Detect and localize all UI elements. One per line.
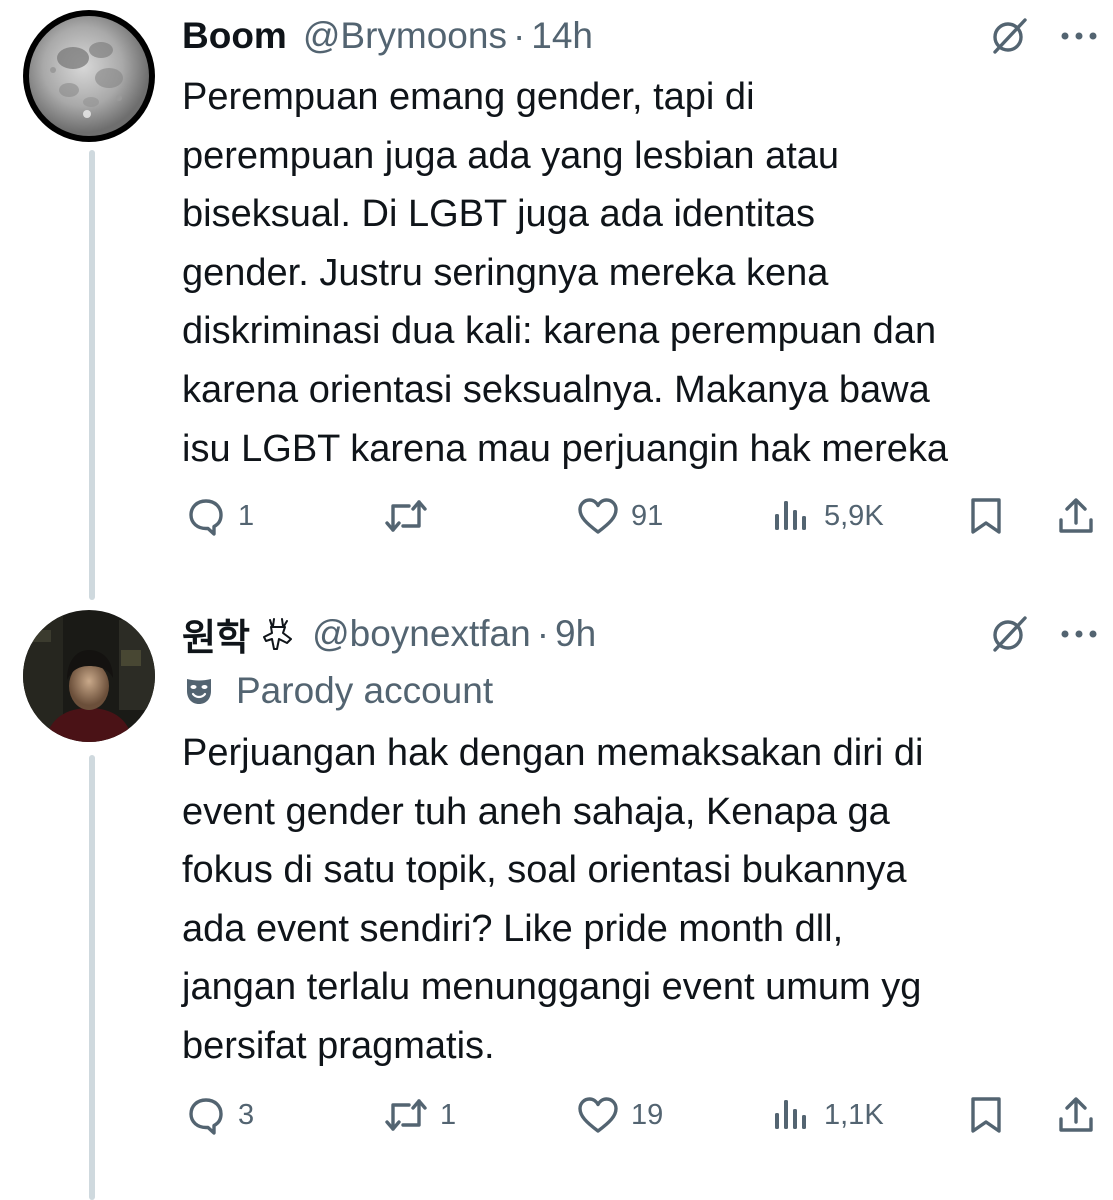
tweet-text-line: karena orientasi seksualnya. Makanya baw…	[182, 368, 930, 411]
theater-mask-icon	[187, 679, 211, 704]
username-handle[interactable]: @Brymoons	[303, 15, 507, 57]
tweet-1-text: Perempuan emang gender, tapi di perempua…	[182, 68, 1092, 478]
tweet-text-line: bersifat pragmatis.	[182, 1024, 495, 1067]
separator-dot: ·	[512, 15, 526, 56]
parody-label-text: Parody account	[236, 670, 494, 711]
repost-icon	[385, 500, 427, 532]
more-icon[interactable]	[1059, 628, 1099, 640]
views-count: 5,9K	[824, 499, 884, 532]
tweet-text-line: isu LGBT karena mau perjuangin hak merek…	[182, 427, 949, 470]
views-button[interactable]: 5,9K	[772, 491, 884, 541]
views-icon	[775, 501, 806, 530]
bookmark-button[interactable]	[968, 1090, 1004, 1140]
display-name[interactable]: 원학	[182, 607, 250, 661]
like-count: 91	[631, 499, 664, 532]
tweet-2-text: Perjuangan hak dengan memaksakan diri di…	[182, 724, 1092, 1076]
like-count: 19	[631, 1098, 664, 1131]
tweet-2-header: 원학 @boynextfan · 9h	[182, 604, 596, 664]
like-icon	[578, 498, 618, 534]
tweet-text-line: ada event sendiri? Like pride month dll,	[182, 907, 844, 950]
repost-count: 1	[440, 1098, 457, 1131]
repost-icon	[385, 1099, 427, 1131]
reply-count: 3	[238, 1098, 255, 1131]
tweet-1-header: Boom @Brymoons · 14h	[182, 6, 593, 66]
separator-dot: ·	[536, 613, 550, 654]
tweet-1-actions: 1 91 5,9K	[0, 491, 1113, 541]
like-icon	[578, 1097, 618, 1133]
tweet-text-line: Perempuan emang gender, tapi di	[182, 76, 755, 118]
grok-icon[interactable]	[987, 612, 1031, 656]
timestamp[interactable]: 14h	[531, 15, 593, 57]
tweet-2[interactable]: 원학 @boynextfan · 9h Parody account Perju…	[0, 602, 1113, 1200]
parody-label: Parody account	[182, 666, 493, 716]
tweet-text-line: gender. Justru seringnya mereka kena	[182, 251, 829, 294]
avatar-boynextfan[interactable]	[23, 610, 155, 742]
tweet-1[interactable]: Boom @Brymoons · 14h Perempuan emang gen…	[0, 6, 1113, 566]
repost-button[interactable]	[384, 491, 440, 541]
more-icon[interactable]	[1059, 30, 1099, 42]
bookmark-button[interactable]	[968, 491, 1004, 541]
views-count: 1,1K	[824, 1098, 884, 1131]
tweet-text-line: Perjuangan hak dengan memaksakan diri di	[182, 732, 924, 774]
timestamp[interactable]: 9h	[555, 613, 596, 655]
views-button[interactable]: 1,1K	[772, 1090, 884, 1140]
share-button[interactable]	[1056, 1090, 1096, 1140]
reply-icon	[189, 499, 223, 536]
share-icon	[1059, 498, 1093, 533]
repost-button[interactable]: 1	[384, 1090, 456, 1140]
like-button[interactable]: 19	[577, 1090, 663, 1140]
like-button[interactable]: 91	[577, 491, 663, 541]
tweet-text-line: perempuan juga ada yang lesbian atau	[182, 134, 840, 177]
username-handle[interactable]: @boynextfan	[312, 613, 531, 655]
tweet-text-line: jangan terlalu menunggangi event umum yg	[182, 966, 922, 1009]
tweet-2-actions: 3 1 19 1,1K	[0, 1090, 1113, 1140]
reply-count: 1	[238, 499, 255, 532]
grok-icon[interactable]	[987, 14, 1031, 58]
reply-icon	[189, 1098, 223, 1135]
views-icon	[775, 1100, 806, 1129]
tweet-text-line: diskriminasi dua kali: karena perempuan …	[182, 310, 937, 353]
reply-button[interactable]: 3	[186, 1090, 254, 1140]
share-icon	[1059, 1097, 1093, 1132]
avatar-boom[interactable]	[23, 10, 155, 142]
tweet-text-line: biseksual. Di LGBT juga ada identitas	[182, 193, 815, 236]
share-button[interactable]	[1056, 491, 1096, 541]
deer-icon	[263, 618, 293, 650]
reply-button[interactable]: 1	[186, 491, 254, 541]
tweet-text-line: fokus di satu topik, soal orientasi buka…	[182, 849, 907, 892]
bookmark-icon	[971, 1097, 1001, 1133]
tweet-text-line: event gender tuh aneh sahaja, Kenapa ga	[182, 790, 890, 833]
display-name[interactable]: Boom	[182, 15, 287, 57]
bookmark-icon	[971, 498, 1001, 534]
